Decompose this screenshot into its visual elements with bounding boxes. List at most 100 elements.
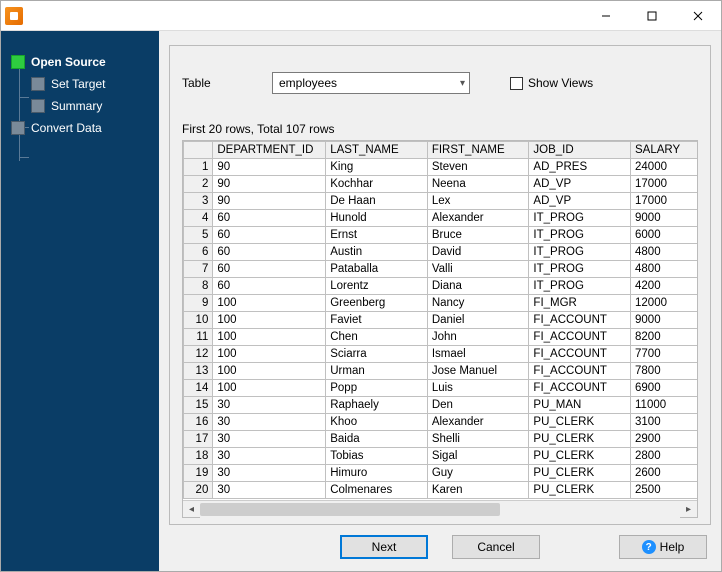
row-number[interactable]: 9 (184, 295, 213, 312)
row-number[interactable]: 2 (184, 176, 213, 193)
cell[interactable]: 60 (213, 210, 326, 227)
show-views-checkbox[interactable]: Show Views (510, 76, 593, 90)
cell[interactable]: Alexander (427, 414, 529, 431)
cell[interactable]: Valli (427, 261, 529, 278)
cell[interactable]: Karen (427, 482, 529, 499)
cell[interactable]: Popp (326, 380, 428, 397)
cell[interactable]: 60 (213, 278, 326, 295)
cell[interactable]: Greenberg (326, 295, 428, 312)
row-number[interactable]: 14 (184, 380, 213, 397)
cell[interactable]: 7700 (631, 346, 697, 363)
cell[interactable]: 9000 (631, 312, 697, 329)
table-row[interactable]: 190KingStevenAD_PRES24000SKING (184, 159, 698, 176)
cell[interactable]: 12000 (631, 295, 697, 312)
scroll-track[interactable] (200, 501, 680, 518)
cell[interactable]: Luis (427, 380, 529, 397)
cell[interactable]: PU_CLERK (529, 431, 631, 448)
cell[interactable]: IT_PROG (529, 210, 631, 227)
table-row[interactable]: 2030ColmenaresKarenPU_CLERK2500KCOLMENA (184, 482, 698, 499)
cell[interactable]: AD_VP (529, 176, 631, 193)
cell[interactable]: Raphaely (326, 397, 428, 414)
cell[interactable]: FI_ACCOUNT (529, 312, 631, 329)
scroll-right-icon[interactable]: ▸ (680, 501, 697, 518)
row-number[interactable]: 19 (184, 465, 213, 482)
row-header-corner[interactable] (184, 142, 213, 159)
cell[interactable]: 60 (213, 244, 326, 261)
cell[interactable]: Lex (427, 193, 529, 210)
table-row[interactable]: 1930HimuroGuyPU_CLERK2600GHIMURO (184, 465, 698, 482)
row-number[interactable]: 4 (184, 210, 213, 227)
table-row[interactable]: 1630KhooAlexanderPU_CLERK3100AKHOO (184, 414, 698, 431)
row-number[interactable]: 3 (184, 193, 213, 210)
cell[interactable]: 100 (213, 380, 326, 397)
cell[interactable]: 30 (213, 465, 326, 482)
table-select[interactable]: employees ▾ (272, 72, 470, 94)
table-row[interactable]: 390De HaanLexAD_VP17000LDEHAAN (184, 193, 698, 210)
cell[interactable]: Alexander (427, 210, 529, 227)
cell[interactable]: Khoo (326, 414, 428, 431)
cell[interactable]: PU_CLERK (529, 465, 631, 482)
cell[interactable]: 30 (213, 397, 326, 414)
cell[interactable]: Shelli (427, 431, 529, 448)
table-row[interactable]: 1830TobiasSigalPU_CLERK2800STOBIAS (184, 448, 698, 465)
cell[interactable]: 60 (213, 227, 326, 244)
cell[interactable]: PU_MAN (529, 397, 631, 414)
table-row[interactable]: 12100SciarraIsmaelFI_ACCOUNT7700ISCIARRA (184, 346, 698, 363)
cell[interactable]: 100 (213, 363, 326, 380)
row-number[interactable]: 15 (184, 397, 213, 414)
cell[interactable]: IT_PROG (529, 227, 631, 244)
row-number[interactable]: 12 (184, 346, 213, 363)
cell[interactable]: 17000 (631, 193, 697, 210)
cell[interactable]: 17000 (631, 176, 697, 193)
row-number[interactable]: 6 (184, 244, 213, 261)
cell[interactable]: 3100 (631, 414, 697, 431)
cell[interactable]: 100 (213, 295, 326, 312)
cell[interactable]: Bruce (427, 227, 529, 244)
cell[interactable]: FI_ACCOUNT (529, 363, 631, 380)
cell[interactable]: Den (427, 397, 529, 414)
cell[interactable]: FI_ACCOUNT (529, 380, 631, 397)
cell[interactable]: Jose Manuel (427, 363, 529, 380)
row-number[interactable]: 16 (184, 414, 213, 431)
col-header[interactable]: FIRST_NAME (427, 142, 529, 159)
cell[interactable]: Steven (427, 159, 529, 176)
cell[interactable]: Diana (427, 278, 529, 295)
cell[interactable]: 60 (213, 261, 326, 278)
cell[interactable]: Sciarra (326, 346, 428, 363)
cell[interactable]: Neena (427, 176, 529, 193)
cell[interactable]: 30 (213, 448, 326, 465)
cell[interactable]: PU_CLERK (529, 448, 631, 465)
row-number[interactable]: 11 (184, 329, 213, 346)
horizontal-scrollbar[interactable]: ◂ ▸ (183, 500, 697, 517)
cell[interactable]: 2800 (631, 448, 697, 465)
step-convert-data[interactable]: Convert Data (1, 117, 159, 139)
cell[interactable]: Ismael (427, 346, 529, 363)
col-header[interactable]: SALARY (631, 142, 697, 159)
cell[interactable]: 8200 (631, 329, 697, 346)
row-number[interactable]: 20 (184, 482, 213, 499)
cell[interactable]: AD_PRES (529, 159, 631, 176)
col-header[interactable]: LAST_NAME (326, 142, 428, 159)
cell[interactable]: 100 (213, 329, 326, 346)
help-button[interactable]: ? Help (619, 535, 707, 559)
col-header[interactable]: JOB_ID (529, 142, 631, 159)
cell[interactable]: 30 (213, 482, 326, 499)
step-summary[interactable]: Summary (1, 95, 159, 117)
table-row[interactable]: 10100FavietDanielFI_ACCOUNT9000DFAVIET (184, 312, 698, 329)
step-set-target[interactable]: Set Target (1, 73, 159, 95)
cell[interactable]: Urman (326, 363, 428, 380)
scroll-left-icon[interactable]: ◂ (183, 501, 200, 518)
cell[interactable]: 9000 (631, 210, 697, 227)
cell[interactable]: FI_ACCOUNT (529, 346, 631, 363)
cell[interactable]: 2600 (631, 465, 697, 482)
next-button[interactable]: Next (340, 535, 428, 559)
table-row[interactable]: 14100PoppLuisFI_ACCOUNT6900LPOPP (184, 380, 698, 397)
cell[interactable]: Guy (427, 465, 529, 482)
cell[interactable]: PU_CLERK (529, 482, 631, 499)
table-row[interactable]: 860LorentzDianaIT_PROG4200DLORENTZ (184, 278, 698, 295)
cell[interactable]: 30 (213, 414, 326, 431)
table-row[interactable]: 9100GreenbergNancyFI_MGR12000NGREENBE (184, 295, 698, 312)
cell[interactable]: IT_PROG (529, 261, 631, 278)
cell[interactable]: 6000 (631, 227, 697, 244)
col-header[interactable]: DEPARTMENT_ID (213, 142, 326, 159)
